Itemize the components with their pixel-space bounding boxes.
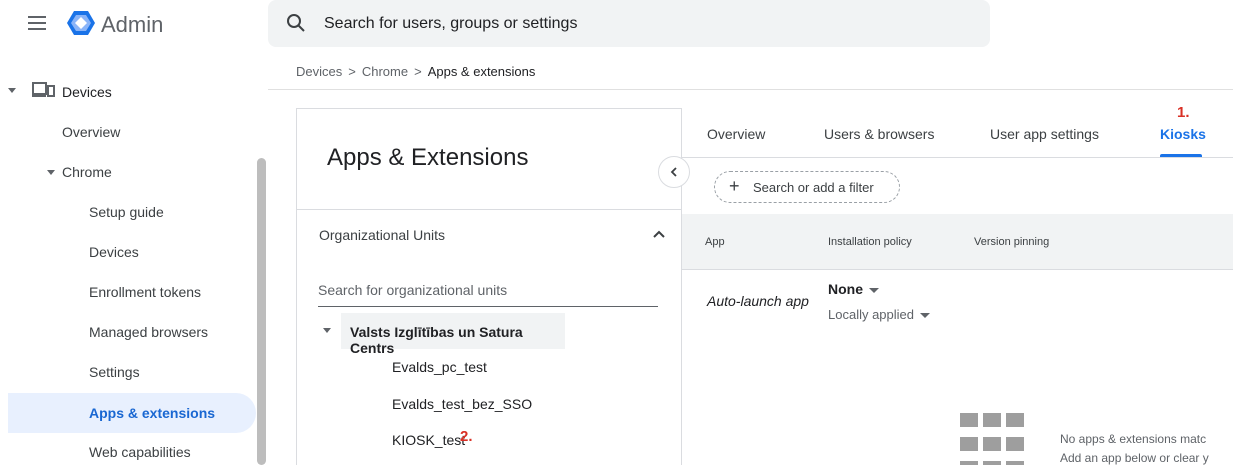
admin-brand: Admin xyxy=(101,12,164,37)
org-unit-item[interactable]: Evalds_pc_test xyxy=(392,359,487,375)
sidebar-item-web-capabilities[interactable]: Web capabilities xyxy=(89,444,191,460)
annotation-1: 1. xyxy=(1177,104,1190,121)
tab-kiosks[interactable]: Kiosks xyxy=(1160,126,1206,142)
search-input[interactable]: Search for users, groups or settings xyxy=(324,15,577,33)
org-unit-search-input[interactable]: Search for organizational units xyxy=(318,279,658,307)
sidebar-scrollbar[interactable] xyxy=(257,158,266,465)
app-cell: Auto-launch app xyxy=(707,293,809,309)
panel-divider xyxy=(297,209,681,210)
breadcrumb-chrome[interactable]: Chrome xyxy=(362,64,408,79)
add-filter-chip[interactable]: + Search or add a filter xyxy=(714,171,900,203)
sidebar-item-settings[interactable]: Settings xyxy=(89,364,140,380)
main-menu-icon[interactable] xyxy=(28,16,46,30)
org-unit-root[interactable]: Valsts Izglītības un Satura Centrs xyxy=(341,313,565,356)
annotation-2: 2. xyxy=(460,428,473,445)
sidebar-item-managed-browsers[interactable]: Managed browsers xyxy=(89,324,208,340)
org-unit-item[interactable]: Evalds_test_bez_SSO xyxy=(392,396,532,412)
column-header-version-pinning[interactable]: Version pinning xyxy=(974,236,1049,248)
ou-expand-caret-icon[interactable] xyxy=(323,328,331,333)
chrome-expand-caret-icon[interactable] xyxy=(47,170,55,175)
sidebar-item-chrome[interactable]: Chrome xyxy=(62,164,112,180)
breadcrumb: Devices > Chrome > Apps & extensions xyxy=(296,64,535,79)
tab-users-browsers[interactable]: Users & browsers xyxy=(824,126,934,142)
search-icon xyxy=(287,14,305,32)
sidebar-item-devices[interactable]: Devices xyxy=(89,244,139,260)
sidebar-item-enrollment-tokens[interactable]: Enrollment tokens xyxy=(89,284,201,300)
filter-label: Search or add a filter xyxy=(753,180,874,195)
column-header-app[interactable]: App xyxy=(705,236,725,248)
apps-grid-icon xyxy=(960,413,1030,465)
collapse-panel-button[interactable] xyxy=(658,156,690,188)
dropdown-caret-icon xyxy=(920,313,931,319)
empty-state-message: No apps & extensions matc xyxy=(1060,432,1207,446)
org-units-heading: Organizational Units xyxy=(319,227,446,243)
applied-scope-dropdown[interactable]: Locally applied xyxy=(828,307,931,322)
empty-state-hint: Add an app below or clear y xyxy=(1060,451,1209,465)
breadcrumb-devices[interactable]: Devices xyxy=(296,64,342,79)
active-tab-indicator xyxy=(1160,154,1202,157)
column-header-installation-policy[interactable]: Installation policy xyxy=(828,236,912,248)
dropdown-caret-icon xyxy=(869,287,879,293)
policy-value: None xyxy=(828,281,863,297)
breadcrumb-separator: > xyxy=(414,64,422,79)
installation-policy-dropdown[interactable]: None xyxy=(828,281,879,297)
chevron-left-icon xyxy=(670,167,677,177)
sidebar-item-apps-extensions-label[interactable]: Apps & extensions xyxy=(89,405,215,421)
tab-user-app-settings[interactable]: User app settings xyxy=(990,126,1099,142)
header-divider xyxy=(268,89,1233,90)
breadcrumb-separator: > xyxy=(348,64,356,79)
sidebar-item-setup-guide[interactable]: Setup guide xyxy=(89,204,164,220)
expand-caret-icon[interactable] xyxy=(8,88,16,93)
breadcrumb-current: Apps & extensions xyxy=(427,64,536,79)
devices-icon xyxy=(32,82,55,97)
admin-logo-icon xyxy=(67,11,95,35)
table-header: App Installation policy Version pinning xyxy=(682,214,1233,270)
global-search[interactable]: Search for users, groups or settings xyxy=(268,0,990,47)
page-title: Apps & Extensions xyxy=(327,144,529,171)
sidebar-item-overview[interactable]: Overview xyxy=(62,124,120,140)
sidebar-devices-label: Devices xyxy=(62,84,112,100)
applied-value: Locally applied xyxy=(828,307,915,322)
settings-tabs: Overview Users & browsers User app setti… xyxy=(682,108,1233,158)
plus-icon: + xyxy=(729,176,740,196)
org-unit-root-label: Valsts Izglītības un Satura Centrs xyxy=(350,324,523,356)
chevron-up-icon[interactable] xyxy=(652,229,666,239)
tab-overview[interactable]: Overview xyxy=(707,126,765,142)
org-unit-item-kiosk-test[interactable]: KIOSK_test xyxy=(392,432,465,448)
org-units-panel: Apps & Extensions Organizational Units S… xyxy=(296,108,682,465)
